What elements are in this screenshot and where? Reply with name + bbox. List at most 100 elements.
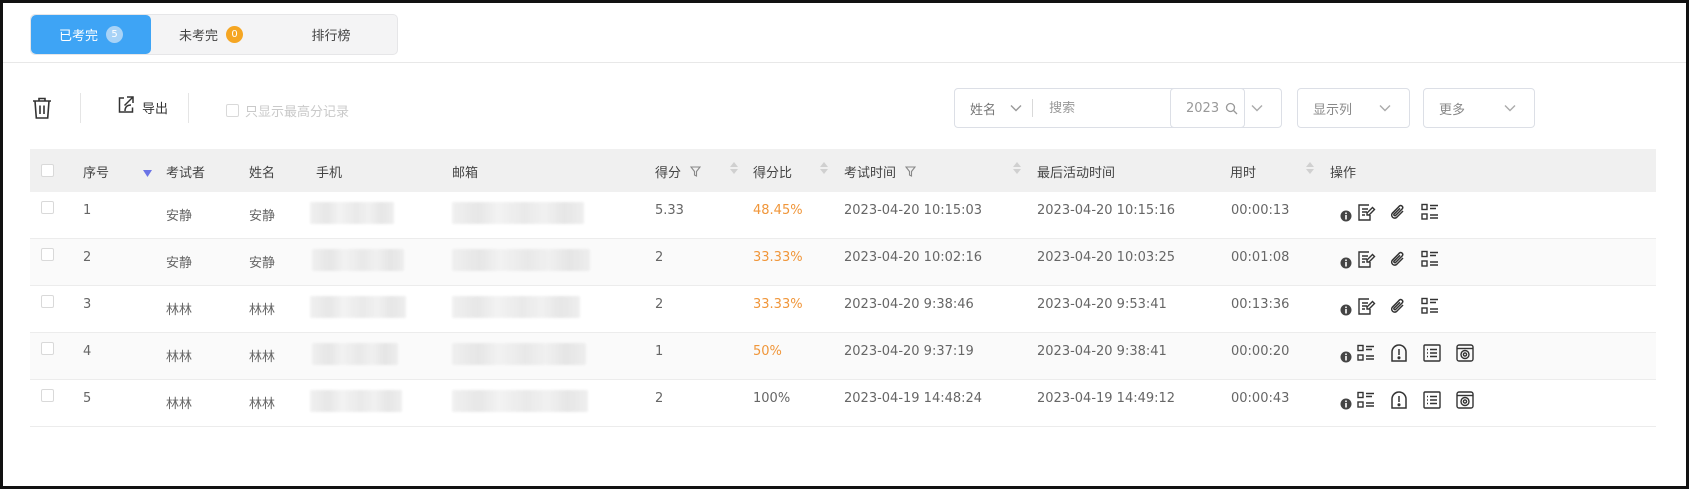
info-icon[interactable] — [1340, 398, 1352, 410]
only-max-score-check[interactable] — [226, 104, 239, 117]
redacted-phone — [310, 390, 402, 412]
row-checkbox[interactable] — [41, 248, 54, 265]
row-index: 4 — [83, 344, 92, 359]
row-examinee: 林林 — [166, 397, 193, 412]
row-score-ratio: 33.33% — [753, 250, 803, 265]
table-row[interactable]: 3 林林 林林 2 33.33% 2023-04-20 9:38:46 2023-04-20… — [30, 286, 1656, 333]
search-field-select[interactable]: 姓名 — [955, 99, 1032, 118]
header-score[interactable]: 得分 — [655, 162, 702, 181]
only-max-score-checkbox[interactable]: 只显示最高分记录 — [226, 101, 349, 120]
row-checkbox[interactable] — [41, 295, 54, 312]
header-duration: 用时 — [1230, 166, 1257, 181]
header-exam-time[interactable]: 考试时间 — [844, 162, 917, 181]
chevron-down-icon — [1251, 101, 1263, 116]
attachment-icon[interactable] — [1389, 202, 1407, 222]
more-select-label: 更多 — [1439, 102, 1466, 118]
tab-incomplete-count-badge: 0 — [226, 26, 243, 43]
edit-icon[interactable] — [1356, 249, 1376, 269]
table-row[interactable]: 1 安静 安静 5.33 48.45% 2023-04-20 10:15:03 2023-0… — [30, 192, 1656, 239]
answer-sheet-icon[interactable] — [1422, 390, 1442, 410]
edit-icon[interactable] — [1356, 296, 1376, 316]
redacted-email — [452, 249, 590, 271]
row-name: 安静 — [249, 209, 276, 224]
row-exam-time: 2023-04-19 14:48:24 — [844, 391, 983, 406]
select-all-checkbox[interactable] — [41, 164, 54, 181]
export-button[interactable]: 导出 — [116, 95, 168, 119]
row-exam-time: 2023-04-20 10:02:16 — [844, 250, 983, 265]
row-last-active: 2023-04-20 10:03:25 — [1037, 250, 1176, 265]
table-body: 1 安静 安静 5.33 48.45% 2023-04-20 10:15:03 2023-0… — [30, 192, 1656, 427]
table-row[interactable]: 4 林林 林林 1 50% 2023-04-20 9:37:19 2023-04-20 9:… — [30, 333, 1656, 380]
result-tabs: 已考完 5 未考完 0 排行榜 — [30, 14, 398, 55]
filter-icon[interactable] — [690, 166, 702, 181]
sort-icon[interactable] — [1306, 161, 1314, 179]
tab-completed-label: 已考完 — [58, 29, 98, 44]
header-last-active: 最后活动时间 — [1037, 166, 1116, 181]
row-actions — [1340, 249, 1440, 269]
info-icon[interactable] — [1340, 210, 1352, 222]
row-last-active: 2023-04-20 10:15:16 — [1037, 203, 1176, 218]
columns-select[interactable]: 显示列 — [1297, 88, 1410, 128]
row-duration: 00:00:20 — [1231, 344, 1290, 359]
row-checkbox[interactable] — [41, 201, 54, 218]
toolbar-divider — [80, 93, 81, 123]
detail-list-icon[interactable] — [1420, 296, 1440, 316]
tab-leaderboard[interactable]: 排行榜 — [271, 15, 391, 54]
detail-list-icon[interactable] — [1420, 202, 1440, 222]
header-index[interactable]: 序号 — [83, 162, 109, 181]
sort-icon[interactable] — [1013, 161, 1021, 179]
detail-list-icon[interactable] — [1420, 249, 1440, 269]
detail-list-icon[interactable] — [1356, 390, 1376, 410]
trash-icon[interactable] — [30, 95, 54, 121]
sort-desc-icon[interactable] — [143, 166, 152, 181]
detail-list-icon[interactable] — [1356, 343, 1376, 363]
exam-results-panel: 已考完 5 未考完 0 排行榜 导出 只显示最高分记录 姓名 搜索 2023 显… — [0, 0, 1689, 489]
search-field-value: 姓名 — [970, 102, 997, 118]
attachment-icon[interactable] — [1389, 296, 1407, 316]
row-index: 3 — [83, 297, 92, 312]
row-exam-time: 2023-04-20 10:15:03 — [844, 203, 983, 218]
header-score-label: 得分 — [655, 166, 682, 181]
header-index-label: 序号 — [83, 166, 110, 181]
row-index: 5 — [83, 391, 92, 406]
row-exam-time: 2023-04-20 9:37:19 — [844, 344, 974, 359]
attachment-icon[interactable] — [1389, 249, 1407, 269]
snapshot-icon[interactable] — [1455, 343, 1475, 363]
header-actions: 操作 — [1330, 166, 1357, 181]
redacted-email — [452, 343, 586, 365]
row-last-active: 2023-04-19 14:49:12 — [1037, 391, 1176, 406]
tab-completed[interactable]: 已考完 5 — [31, 15, 151, 54]
tab-completed-count-badge: 5 — [106, 26, 123, 43]
row-name: 林林 — [249, 303, 276, 318]
answer-sheet-icon[interactable] — [1422, 343, 1442, 363]
sort-icon[interactable] — [730, 161, 738, 179]
row-examinee: 林林 — [166, 350, 193, 365]
info-icon[interactable] — [1340, 257, 1352, 269]
redacted-email — [452, 202, 584, 224]
table-row[interactable]: 2 安静 安静 2 33.33% 2023-04-20 10:02:16 2023-04-2… — [30, 239, 1656, 286]
alert-icon[interactable] — [1389, 343, 1409, 363]
row-checkbox[interactable] — [41, 342, 54, 359]
row-duration: 00:13:36 — [1231, 297, 1290, 312]
year-select[interactable]: 2023 — [1170, 88, 1282, 128]
chevron-down-icon — [1504, 101, 1516, 116]
toolbar: 导出 只显示最高分记录 姓名 2023 — [30, 88, 1670, 128]
row-exam-time: 2023-04-20 9:38:46 — [844, 297, 974, 312]
row-actions — [1340, 343, 1475, 363]
header-examinee: 考试者 — [166, 166, 206, 181]
alert-icon[interactable] — [1389, 390, 1409, 410]
filter-icon[interactable] — [905, 166, 917, 181]
more-select[interactable]: 更多 — [1423, 88, 1535, 128]
tab-incomplete[interactable]: 未考完 0 — [151, 15, 271, 54]
info-icon[interactable] — [1340, 351, 1352, 363]
info-icon[interactable] — [1340, 304, 1352, 316]
row-name: 安静 — [249, 256, 276, 271]
row-checkbox[interactable] — [41, 389, 54, 406]
snapshot-icon[interactable] — [1455, 390, 1475, 410]
table-row[interactable]: 5 林林 林林 2 100% 2023-04-19 14:48:24 2023-04-19 … — [30, 380, 1656, 427]
edit-icon[interactable] — [1356, 202, 1376, 222]
toolbar-divider — [188, 93, 189, 123]
redacted-phone — [310, 202, 394, 224]
row-examinee: 安静 — [166, 209, 193, 224]
sort-icon[interactable] — [820, 161, 828, 179]
